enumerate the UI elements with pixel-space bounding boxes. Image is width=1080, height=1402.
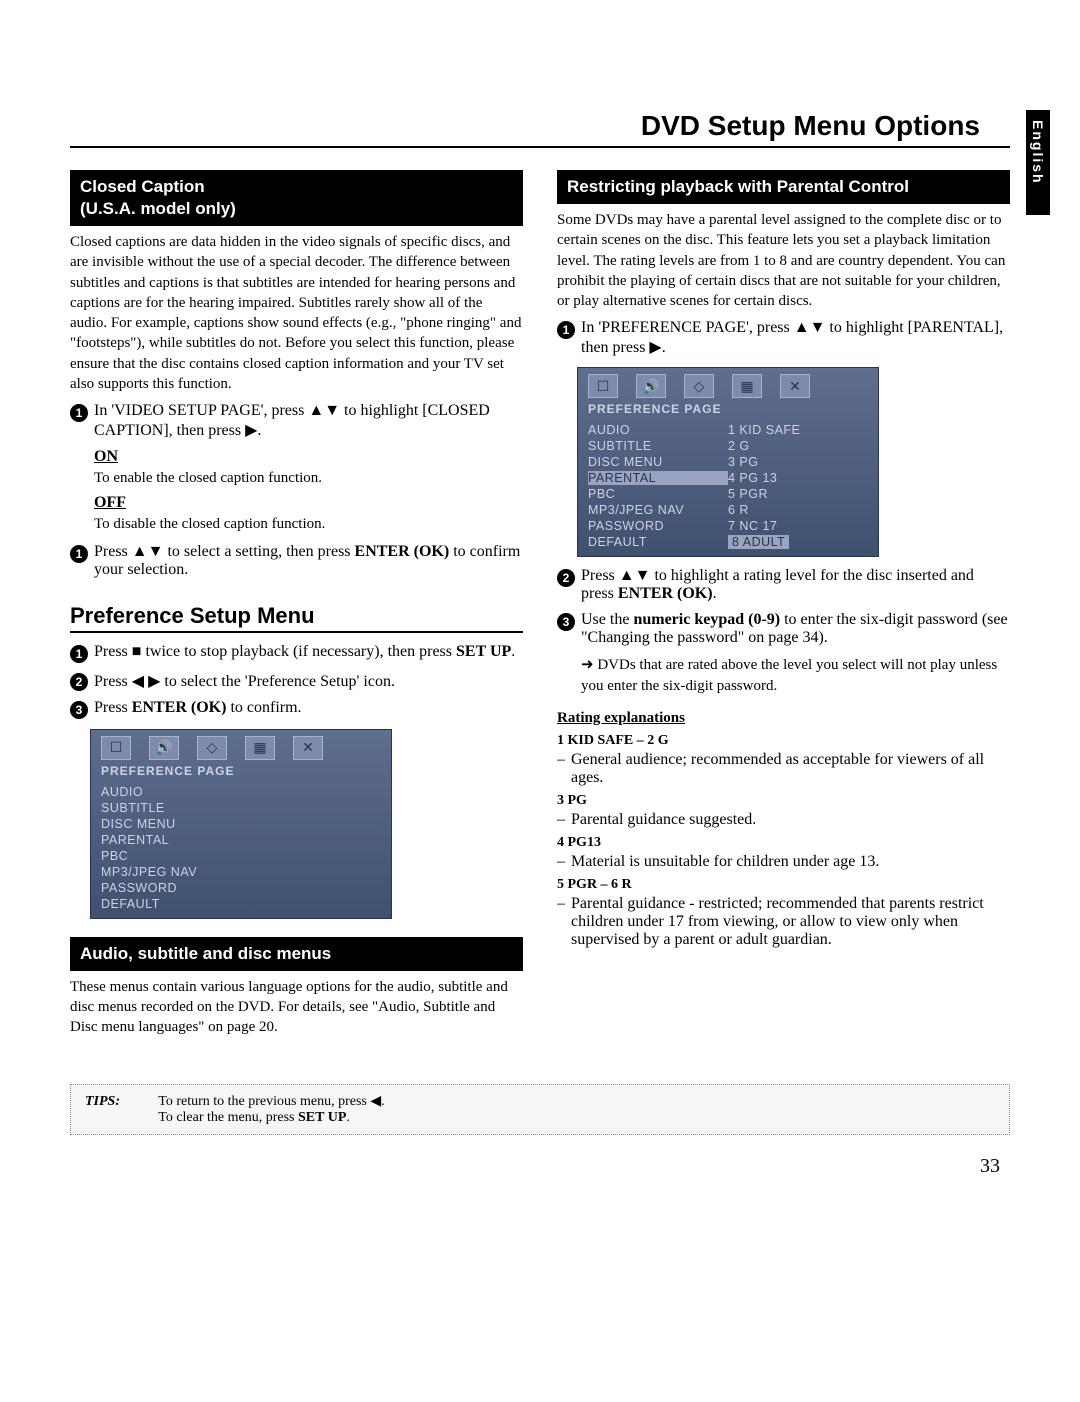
manual-page: English DVD Setup Menu Options Closed Ca… — [0, 0, 1080, 1218]
parental-step-2: 2 Press ▲▼ to highlight a rating level f… — [557, 567, 1010, 603]
cc-on-label: ON — [94, 448, 523, 466]
osd-preference-page-1: ☐ 🔊 ◇ ▦ ✕ PREFERENCE PAGE AUDIOSUBTITLED… — [90, 729, 392, 919]
osd-menu-item: SUBTITLE2 G — [578, 438, 878, 454]
pref-step-3: 3 Press ENTER (OK) to confirm. — [70, 699, 523, 719]
osd-tab-icon: ☐ — [101, 736, 131, 760]
osd-tab-icon: ✕ — [780, 374, 810, 398]
right-column: Restricting playback with Parental Contr… — [557, 170, 1010, 1044]
page-title: DVD Setup Menu Options — [70, 110, 980, 142]
parental-arrow-note: ➜ DVDs that are rated above the level yo… — [581, 655, 1010, 696]
osd-menu-item: PASSWORD — [91, 880, 391, 896]
osd-page-label: PREFERENCE PAGE — [91, 762, 391, 784]
osd-tab-icon: 🔊 — [636, 374, 666, 398]
tips-line-1: To return to the previous menu, press ◀. — [158, 1094, 384, 1109]
cc-on-desc: To enable the closed caption function. — [94, 468, 523, 488]
rating-title: 3 PG — [557, 793, 1010, 809]
pref-step-2: 2 Press ◀ ▶ to select the 'Preference Se… — [70, 671, 523, 691]
osd-icon-row: ☐ 🔊 ◇ ▦ ✕ — [578, 368, 878, 400]
step-number-icon: 3 — [557, 613, 575, 631]
pref-setup-title: Preference Setup Menu — [70, 603, 523, 633]
osd-menu-item: PARENTAL4 PG 13 — [578, 470, 878, 486]
title-row: DVD Setup Menu Options — [70, 110, 1010, 148]
osd-tab-icon: 🔊 — [149, 736, 179, 760]
osd-menu-item: DISC MENU3 PG — [578, 454, 878, 470]
cc-step-1: 1 In 'VIDEO SETUP PAGE', press ▲▼ to hig… — [70, 402, 523, 440]
parental-para: Some DVDs may have a parental level assi… — [557, 210, 1010, 311]
pref-step3-text: Press ENTER (OK) to confirm. — [94, 699, 302, 717]
rating-description: –Parental guidance - restricted; recomme… — [557, 895, 1010, 949]
osd-menu-item: PBC — [91, 848, 391, 864]
cc-off-label: OFF — [94, 494, 523, 512]
parental-step1-text: In 'PREFERENCE PAGE', press ▲▼ to highli… — [581, 319, 1010, 357]
pref-step-1: 1 Press ■ twice to stop playback (if nec… — [70, 643, 523, 663]
rating-title: 5 PGR – 6 R — [557, 877, 1010, 893]
step-number-icon: 3 — [70, 701, 88, 719]
rating-title: 1 KID SAFE – 2 G — [557, 733, 1010, 749]
osd-menu-item: DEFAULT8 ADULT — [578, 534, 878, 550]
rating-description: –Material is unsuitable for children und… — [557, 853, 1010, 871]
pref-step1-text: Press ■ twice to stop playback (if neces… — [94, 643, 515, 661]
closed-caption-header: Closed Caption (U.S.A. model only) — [70, 170, 523, 226]
osd-menu-item: SUBTITLE — [91, 800, 391, 816]
osd-page-label: PREFERENCE PAGE — [578, 400, 878, 422]
rating-description: –Parental guidance suggested. — [557, 811, 1010, 829]
language-tab: English — [1026, 110, 1050, 215]
closed-caption-para: Closed captions are data hidden in the v… — [70, 232, 523, 394]
osd-tab-icon: ◇ — [197, 736, 227, 760]
step-number-icon: 2 — [557, 569, 575, 587]
parental-step3-text: Use the numeric keypad (0-9) to enter th… — [581, 611, 1010, 647]
osd-menu-item: DEFAULT — [91, 896, 391, 912]
rating-description: –General audience; recommended as accept… — [557, 751, 1010, 787]
osd-preference-page-2: ☐ 🔊 ◇ ▦ ✕ PREFERENCE PAGE AUDIO1 KID SAF… — [577, 367, 879, 557]
audio-subtitle-para: These menus contain various language opt… — [70, 977, 523, 1038]
rating-explanations-header: Rating explanations — [557, 710, 1010, 727]
parental-step-1: 1 In 'PREFERENCE PAGE', press ▲▼ to high… — [557, 319, 1010, 357]
audio-subtitle-header: Audio, subtitle and disc menus — [70, 937, 523, 971]
cc-confirm-text: Press ▲▼ to select a setting, then press… — [94, 543, 523, 579]
cc-step1-text: In 'VIDEO SETUP PAGE', press ▲▼ to highl… — [94, 402, 523, 440]
osd-menu-item: PASSWORD7 NC 17 — [578, 518, 878, 534]
rating-title: 4 PG13 — [557, 835, 1010, 851]
osd-icon-row: ☐ 🔊 ◇ ▦ ✕ — [91, 730, 391, 762]
cc-step-confirm: 1 Press ▲▼ to select a setting, then pre… — [70, 543, 523, 579]
osd-menu-item: DISC MENU — [91, 816, 391, 832]
osd-menu-item: AUDIO1 KID SAFE — [578, 422, 878, 438]
cc-off-desc: To disable the closed caption function. — [94, 514, 523, 534]
step-number-icon: 1 — [70, 404, 88, 422]
page-number: 33 — [70, 1155, 1010, 1178]
step-number-icon: 1 — [557, 321, 575, 339]
step-number-icon: 1 — [70, 545, 88, 563]
parental-header: Restricting playback with Parental Contr… — [557, 170, 1010, 204]
tips-box: TIPS: To return to the previous menu, pr… — [70, 1084, 1010, 1135]
parental-step-3: 3 Use the numeric keypad (0-9) to enter … — [557, 611, 1010, 647]
tips-label: TIPS: — [85, 1094, 155, 1110]
parental-step2-text: Press ▲▼ to highlight a rating level for… — [581, 567, 1010, 603]
osd-tab-icon: ▦ — [732, 374, 762, 398]
osd-tab-icon: ▦ — [245, 736, 275, 760]
step-number-icon: 2 — [70, 673, 88, 691]
osd-tab-icon: ☐ — [588, 374, 618, 398]
left-column: Closed Caption (U.S.A. model only) Close… — [70, 170, 523, 1044]
osd-menu-item: MP3/JPEG NAV6 R — [578, 502, 878, 518]
pref-step2-text: Press ◀ ▶ to select the 'Preference Setu… — [94, 671, 395, 691]
tips-line-2: To clear the menu, press SET UP. — [158, 1110, 350, 1125]
osd-menu-item: PARENTAL — [91, 832, 391, 848]
osd-tab-icon: ◇ — [684, 374, 714, 398]
osd-menu-item: PBC5 PGR — [578, 486, 878, 502]
osd-menu-item: MP3/JPEG NAV — [91, 864, 391, 880]
osd-menu-item: AUDIO — [91, 784, 391, 800]
step-number-icon: 1 — [70, 645, 88, 663]
osd-tab-icon: ✕ — [293, 736, 323, 760]
